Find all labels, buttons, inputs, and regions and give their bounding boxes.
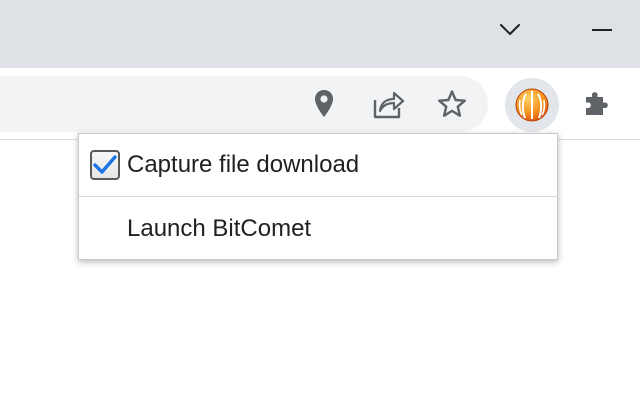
checkmark-icon [93, 155, 117, 174]
bitcomet-extension-icon [515, 88, 549, 122]
browser-toolbar [0, 68, 640, 140]
location-pin-icon [315, 90, 333, 117]
location-button[interactable] [304, 84, 344, 124]
browser-window: Capture file download Launch BitComet [0, 0, 640, 400]
bitcomet-extension-button[interactable] [505, 78, 559, 132]
share-icon [373, 91, 405, 119]
minimize-button[interactable] [580, 12, 624, 48]
share-button[interactable] [368, 84, 408, 124]
star-icon [438, 90, 466, 117]
menu-item-capture-file-download[interactable]: Capture file download [79, 134, 557, 196]
capture-download-checkbox[interactable] [90, 150, 120, 180]
menu-item-launch-bitcomet[interactable]: Launch BitComet [79, 198, 557, 260]
menu-divider [79, 196, 557, 197]
bitcomet-context-menu: Capture file download Launch BitComet [78, 133, 558, 260]
menu-item-label: Launch BitComet [127, 215, 312, 242]
puzzle-extensions-icon [586, 92, 608, 115]
minimize-icon [592, 29, 612, 31]
tab-strip [0, 0, 640, 68]
chevron-down-icon [500, 24, 520, 35]
bookmark-button[interactable] [432, 84, 472, 124]
tab-search-button[interactable] [492, 12, 528, 48]
menu-item-label: Capture file download [127, 151, 360, 178]
extensions-button[interactable] [574, 80, 620, 126]
address-bar[interactable] [0, 76, 488, 132]
